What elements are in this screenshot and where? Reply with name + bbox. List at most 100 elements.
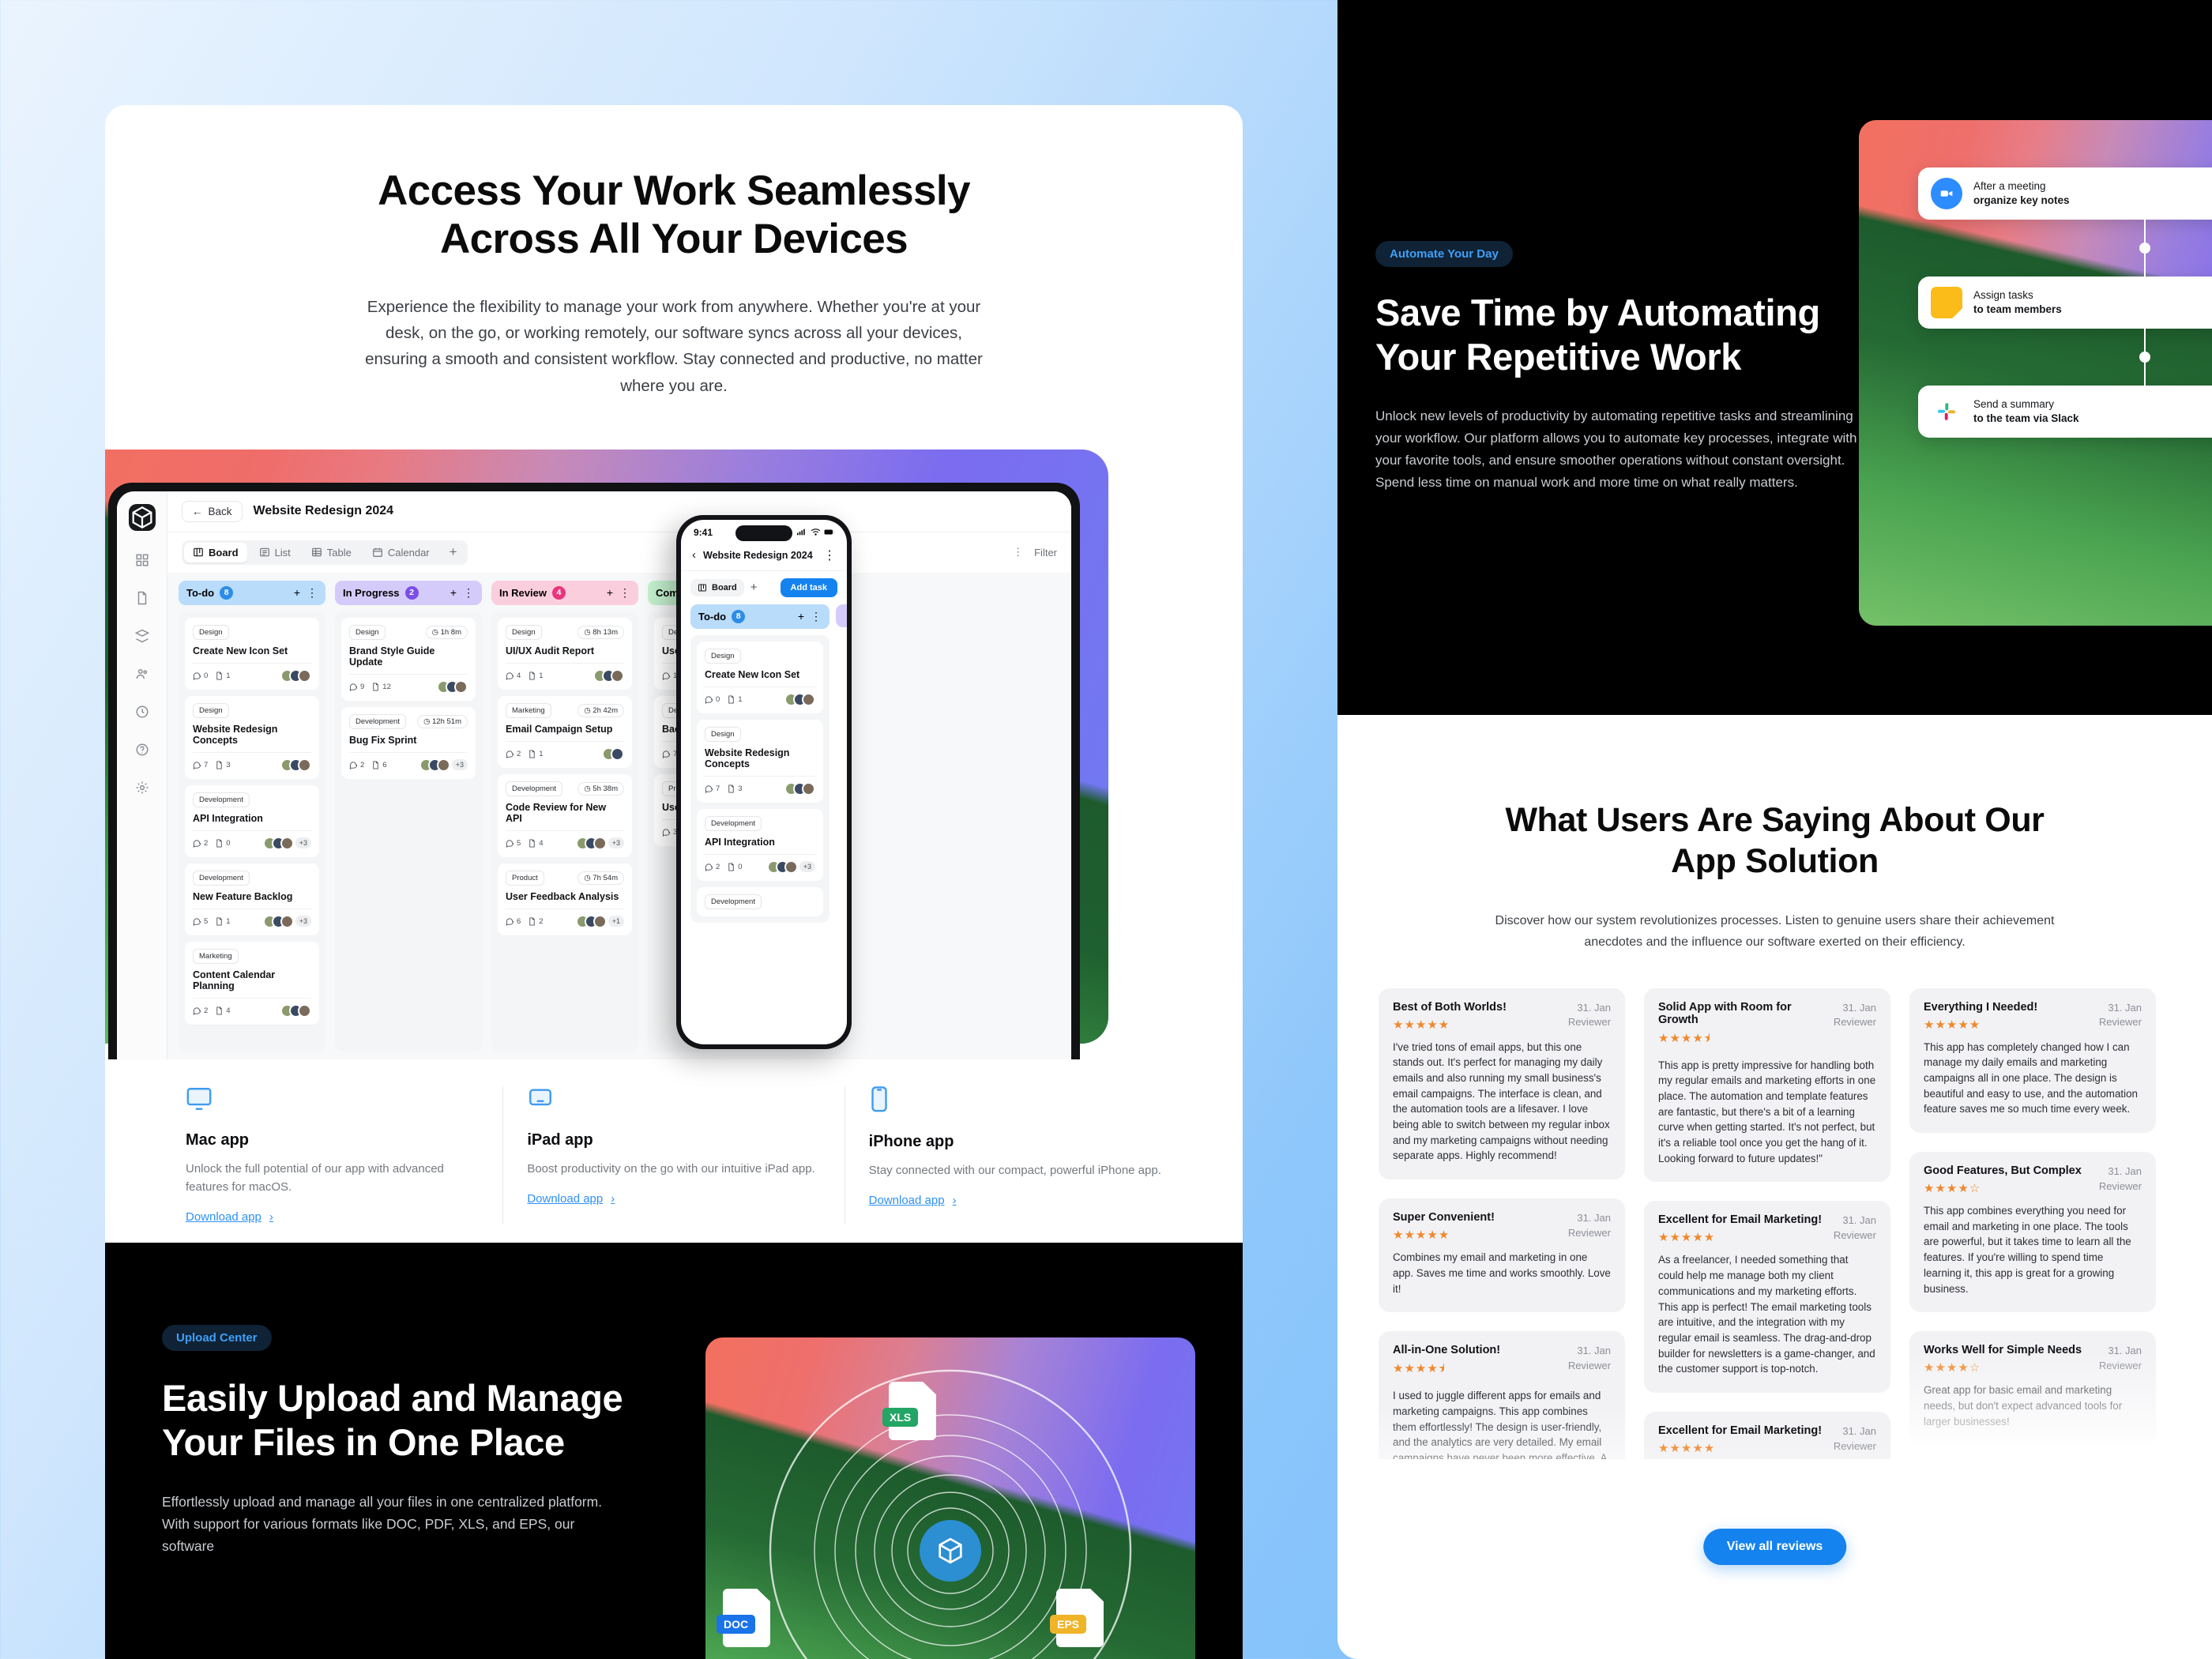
flow-step-zoom[interactable]: After a meeting organize key notes	[1918, 167, 2212, 220]
column-header[interactable]: To-do 8 + ⋮	[179, 580, 325, 605]
comment-icon	[506, 840, 514, 848]
review-card[interactable]: Excellent for Email Marketing! ★★★★★ 31. J…	[1644, 1201, 1890, 1394]
review-card[interactable]: Solid App with Room for Growth ★★★★⯨ 31. J…	[1644, 988, 1890, 1183]
document-icon[interactable]	[134, 589, 151, 607]
column-actions[interactable]: +⋮	[294, 586, 318, 600]
task-title: User Feedback Analysis	[506, 890, 619, 902]
phone-column-next	[836, 604, 847, 923]
review-date: 31. Jan	[2108, 1001, 2142, 1014]
app-sidebar-rail[interactable]	[117, 491, 167, 1059]
grid-icon[interactable]	[134, 551, 151, 569]
download-app-link-mac[interactable]: Download app ›	[186, 1210, 273, 1224]
users-icon[interactable]	[134, 665, 151, 683]
phone-board-label: Board	[712, 582, 737, 592]
file-tag-xls: XLS	[882, 1407, 919, 1427]
review-author: Reviewer	[1567, 1016, 1611, 1029]
download-app-link-iphone[interactable]: Download app ›	[869, 1194, 957, 1207]
device-card-mac: Mac app Unlock the full potential of our…	[162, 1086, 502, 1225]
more-options-icon[interactable]: ⋮	[1013, 546, 1023, 559]
add-view-button[interactable]: +	[442, 544, 465, 560]
task-card[interactable]: Marketing Content Calendar Planning 2 4	[185, 941, 319, 1025]
task-title: Brand Style Guide Update	[349, 645, 435, 668]
download-app-link-ipad[interactable]: Download app ›	[527, 1192, 615, 1206]
task-card[interactable]: Marketing ◷ 2h 42m Email Campaign Setup 2 1	[498, 695, 632, 768]
phone-card-list: Design Create New Icon Set 0 1 Design Website…	[690, 634, 830, 923]
review-title: Excellent for Email Marketing!	[1658, 1213, 1823, 1227]
phone-column-header[interactable]: To-do 8 + ⋮	[690, 604, 830, 629]
review-title: Everything I Needed!	[1924, 1000, 2038, 1014]
review-date: 31. Jan	[1577, 1212, 1611, 1224]
automation-flow: After a meeting organize key notes Assig…	[1918, 167, 2212, 438]
task-card[interactable]: Development ◷ 5h 38m Code Review for New A…	[498, 773, 632, 857]
file-icon	[529, 917, 536, 926]
task-card[interactable]: Development API Integration 2 0 +3	[185, 784, 319, 857]
phone-back-icon[interactable]: ‹	[692, 548, 696, 562]
review-card[interactable]: Everything I Needed! ★★★★★ 31. Jan Reviewer…	[1909, 988, 2156, 1134]
phone-add-view-icon[interactable]: +	[750, 581, 758, 594]
phone-more-icon[interactable]: ⋮	[823, 547, 836, 563]
automate-title-line2: Your Repetitive Work	[1375, 336, 1741, 378]
task-card[interactable]: Development	[697, 886, 823, 916]
phone-board-chip[interactable]: Board	[690, 578, 744, 596]
task-card[interactable]: Design ◷ 1h 8m Brand Style Guide Update 9 12	[341, 617, 476, 701]
review-card[interactable]: Works Well for Simple Needs ★★★★☆ 31. Jan R…	[1909, 1331, 2156, 1446]
review-card[interactable]: Good Features, But Complex ★★★★☆ 31. Jan Re…	[1909, 1152, 2156, 1313]
review-card[interactable]: Best of Both Worlds! ★★★★★ 31. Jan Reviewer…	[1379, 988, 1625, 1180]
task-card[interactable]: Design ◷ 8h 13m UI/UX Audit Report 4 1	[498, 617, 632, 690]
tab-board[interactable]: Board	[184, 542, 247, 562]
task-card[interactable]: Design Create New Icon Set 0 1	[697, 641, 823, 713]
arrow-left-icon: ←	[192, 505, 203, 517]
assignee-avatars: +3	[419, 758, 468, 772]
task-card[interactable]: Design Website Redesign Concepts 7 3	[185, 695, 319, 779]
phone-column-actions[interactable]: + ⋮	[798, 610, 822, 623]
task-card[interactable]: Design Website Redesign Concepts 7 3	[697, 719, 823, 803]
review-card[interactable]: Super Convenient! ★★★★★ 31. Jan Reviewer Com…	[1379, 1198, 1625, 1313]
layers-icon[interactable]	[134, 627, 151, 645]
clock-icon[interactable]	[134, 703, 151, 720]
flow-step-tasks[interactable]: Assign tasks to team members	[1918, 276, 2212, 329]
review-card[interactable]: All-in-One Solution! ★★★★⯨ 31. Jan Reviewer…	[1379, 1331, 1625, 1459]
slack-icon	[1931, 396, 1962, 427]
task-card[interactable]: Design Create New Icon Set 0 1	[185, 617, 319, 690]
device-cards: Mac app Unlock the full potential of our…	[105, 1085, 1243, 1225]
reviews-subtitle: Discover how our system revolutionizes p…	[1495, 914, 2055, 950]
table-icon	[311, 548, 322, 557]
task-card[interactable]: Product ◷ 7h 54m User Feedback Analysis 6 2 +…	[498, 863, 632, 935]
star-rating: ★★★★★	[1658, 1231, 1716, 1245]
comment-icon	[506, 672, 514, 680]
back-button[interactable]: ← Back	[182, 500, 243, 522]
file-icon	[216, 672, 223, 680]
phone-column-name: To-do	[698, 610, 727, 623]
view-tabs[interactable]: Board List Table Calendar +	[182, 540, 468, 565]
comment-icon	[193, 672, 201, 680]
add-task-button[interactable]: Add task	[780, 577, 837, 597]
column-actions[interactable]: +⋮	[450, 586, 474, 600]
gear-icon[interactable]	[134, 779, 151, 796]
automate-copy: Automate Your Day Save Time by Automatin…	[1337, 0, 1856, 495]
filter-button[interactable]: Filter	[1034, 547, 1057, 559]
column-header[interactable]: In Review 4 + ⋮	[491, 580, 638, 605]
view-all-reviews-button[interactable]: View all reviews	[1702, 1529, 1847, 1565]
column-header[interactable]: In Progress 2 + ⋮	[335, 580, 482, 605]
task-card[interactable]: Development ◷ 12h 51m Bug Fix Sprint 2 6 +3	[341, 706, 476, 779]
page-title-line2: Across All Your Devices	[439, 216, 908, 263]
comment-count: 7	[705, 784, 720, 793]
help-icon[interactable]	[134, 741, 151, 758]
cube-icon	[920, 1520, 981, 1582]
task-card[interactable]: Development New Feature Backlog 5 1 +3	[185, 863, 319, 935]
review-author: Reviewer	[1567, 1227, 1611, 1240]
column-actions[interactable]: +⋮	[607, 586, 630, 600]
tab-calendar[interactable]: Calendar	[363, 543, 438, 562]
review-card[interactable]: Excellent for Email Marketing! ★★★★★ 31. J…	[1644, 1412, 1890, 1459]
upload-title-line1: Easily Upload and Manage	[162, 1377, 623, 1419]
tab-table[interactable]: Table	[303, 543, 360, 562]
tab-list[interactable]: List	[250, 543, 299, 562]
phone-icon	[869, 1085, 1162, 1117]
task-card[interactable]: Development API Integration 2 0 +3	[697, 808, 823, 881]
flow-line2: organize key notes	[1973, 194, 2070, 206]
task-tag: Product	[506, 870, 544, 886]
comment-icon	[193, 840, 201, 848]
flow-step-slack[interactable]: Send a summary to the team via Slack	[1918, 386, 2212, 438]
file-icon	[529, 750, 536, 758]
upload-copy: Upload Center Easily Upload and Manage Y…	[105, 1243, 658, 1558]
